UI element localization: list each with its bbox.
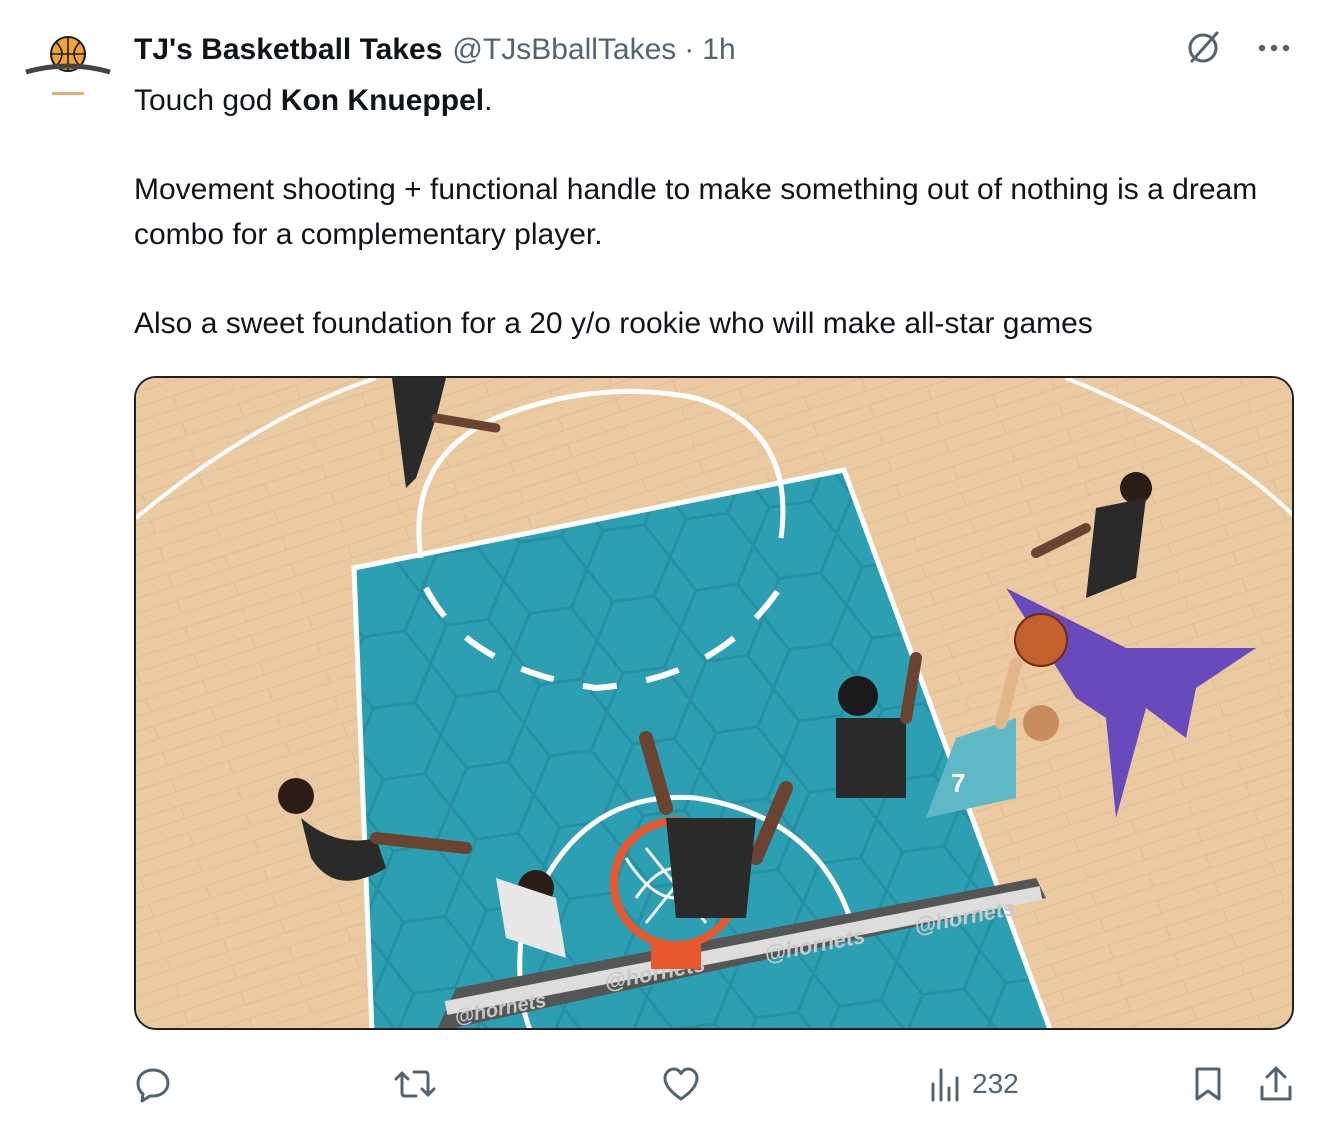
views-count: 232	[972, 1068, 1019, 1099]
tweet-line-1: Touch god Kon Knueppel.	[134, 78, 1294, 123]
timestamp[interactable]: 1h	[702, 33, 735, 67]
more-icon[interactable]	[1256, 41, 1292, 59]
author-name[interactable]: TJ's Basketball Takes	[134, 33, 442, 67]
mention-kon-knueppel: Kon Knueppel	[280, 84, 485, 117]
bookmark-button[interactable]	[1192, 1060, 1224, 1108]
retweet-button[interactable]	[394, 1060, 436, 1108]
retweet-icon	[394, 1065, 436, 1103]
separator-dot: ·	[684, 33, 695, 66]
tweet-paragraph-3: Also a sweet foundation for a 20 y/o roo…	[134, 307, 1093, 340]
tweet-paragraph-2: Movement shooting + functional handle to…	[134, 173, 1258, 251]
views-icon	[928, 1066, 962, 1102]
bookmark-icon	[1192, 1065, 1224, 1103]
tweet-header: TJ's Basketball Takes @TJsBballTakes · 1…	[134, 28, 736, 72]
reply-icon	[134, 1065, 172, 1103]
tweet-action-bar: 232	[134, 1060, 1304, 1108]
reply-button[interactable]	[134, 1060, 172, 1108]
avatar[interactable]	[22, 30, 114, 106]
tweet-text-prefix: Touch god	[134, 84, 281, 117]
author-handle[interactable]: @TJsBballTakes	[452, 33, 676, 67]
tweet-text-period: .	[484, 84, 493, 117]
like-button[interactable]	[662, 1060, 700, 1108]
like-icon	[662, 1066, 700, 1102]
share-button[interactable]	[1258, 1060, 1294, 1108]
jersey-number: 7	[951, 768, 965, 798]
tweet-text: Touch god Kon Knueppel. Movement shootin…	[134, 78, 1294, 346]
tweet-media-image[interactable]: @hornets @hornets @hornets @hornets 7	[134, 376, 1294, 1030]
share-icon	[1258, 1065, 1294, 1103]
grok-icon[interactable]	[1184, 28, 1222, 71]
basketball	[1014, 613, 1068, 667]
top-right-actions	[1184, 28, 1292, 71]
views-button[interactable]: 232	[928, 1060, 1019, 1108]
